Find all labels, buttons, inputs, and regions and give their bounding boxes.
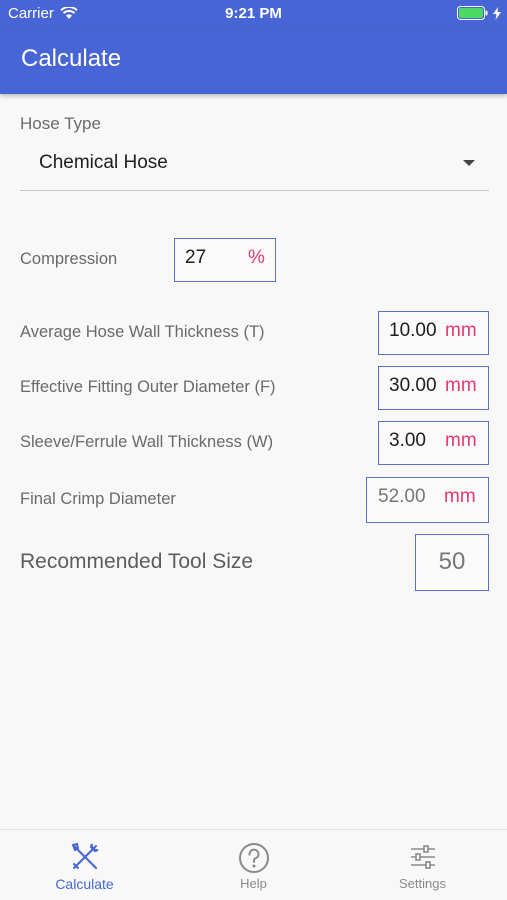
tools-icon — [71, 842, 98, 869]
status-right — [457, 6, 501, 20]
tab-bar: Calculate Help Settings — [0, 829, 507, 900]
tab-help[interactable]: Help — [169, 830, 338, 900]
sliders-icon — [410, 845, 435, 869]
final-crimp-diameter-value: 52.00 — [378, 486, 426, 507]
hose-wall-thickness-unit: mm — [445, 320, 477, 341]
hose-wall-thickness-label: Average Hose Wall Thickness (T) — [20, 323, 265, 341]
fitting-outer-diameter-input[interactable]: 30.00 mm — [378, 366, 489, 410]
help-circle-icon — [238, 843, 269, 873]
battery-icon — [457, 6, 488, 20]
hose-wall-thickness-input[interactable]: 10.00 mm — [378, 311, 489, 355]
recommended-tool-size-value: 50 — [438, 548, 466, 575]
fitting-outer-diameter-value: 30.00 — [389, 375, 437, 396]
tab-settings[interactable]: Settings — [338, 830, 507, 900]
final-crimp-diameter-output: 52.00 mm — [366, 477, 489, 523]
compression-label: Compression — [20, 250, 118, 268]
sleeve-wall-thickness-label: Sleeve/Ferrule Wall Thickness (W) — [20, 433, 274, 451]
tab-help-label: Help — [240, 876, 267, 891]
hose-type-dropdown[interactable]: Chemical Hose — [20, 140, 489, 191]
hose-type-value: Chemical Hose — [39, 152, 168, 173]
charging-bolt-icon — [493, 6, 501, 20]
compression-unit: % — [248, 247, 265, 268]
sleeve-wall-thickness-value: 3.00 — [389, 430, 426, 451]
caret-down-icon — [463, 160, 475, 166]
page-title: Calculate — [21, 45, 122, 72]
fitting-outer-diameter-unit: mm — [445, 375, 477, 396]
status-bar: Carrier 9:21 PM — [0, 0, 507, 28]
app-bar: Calculate — [0, 28, 507, 94]
fitting-outer-diameter-label: Effective Fitting Outer Diameter (F) — [20, 378, 276, 396]
compression-value: 27 — [185, 247, 207, 268]
compression-input[interactable]: 27 % — [174, 238, 276, 282]
recommended-tool-size-label: Recommended Tool Size — [20, 550, 254, 573]
tab-calculate-label: Calculate — [55, 876, 114, 892]
status-time: 9:21 PM — [225, 5, 282, 22]
hose-type-label: Hose Type — [20, 114, 101, 133]
hose-wall-thickness-value: 10.00 — [389, 320, 437, 341]
final-crimp-diameter-label: Final Crimp Diameter — [20, 490, 176, 508]
recommended-tool-size-output: 50 — [415, 534, 489, 591]
final-crimp-diameter-unit: mm — [444, 486, 476, 507]
tab-settings-label: Settings — [399, 876, 446, 891]
sleeve-wall-thickness-input[interactable]: 3.00 mm — [378, 421, 489, 465]
tab-calculate[interactable]: Calculate — [0, 830, 169, 900]
sleeve-wall-thickness-unit: mm — [445, 430, 477, 451]
